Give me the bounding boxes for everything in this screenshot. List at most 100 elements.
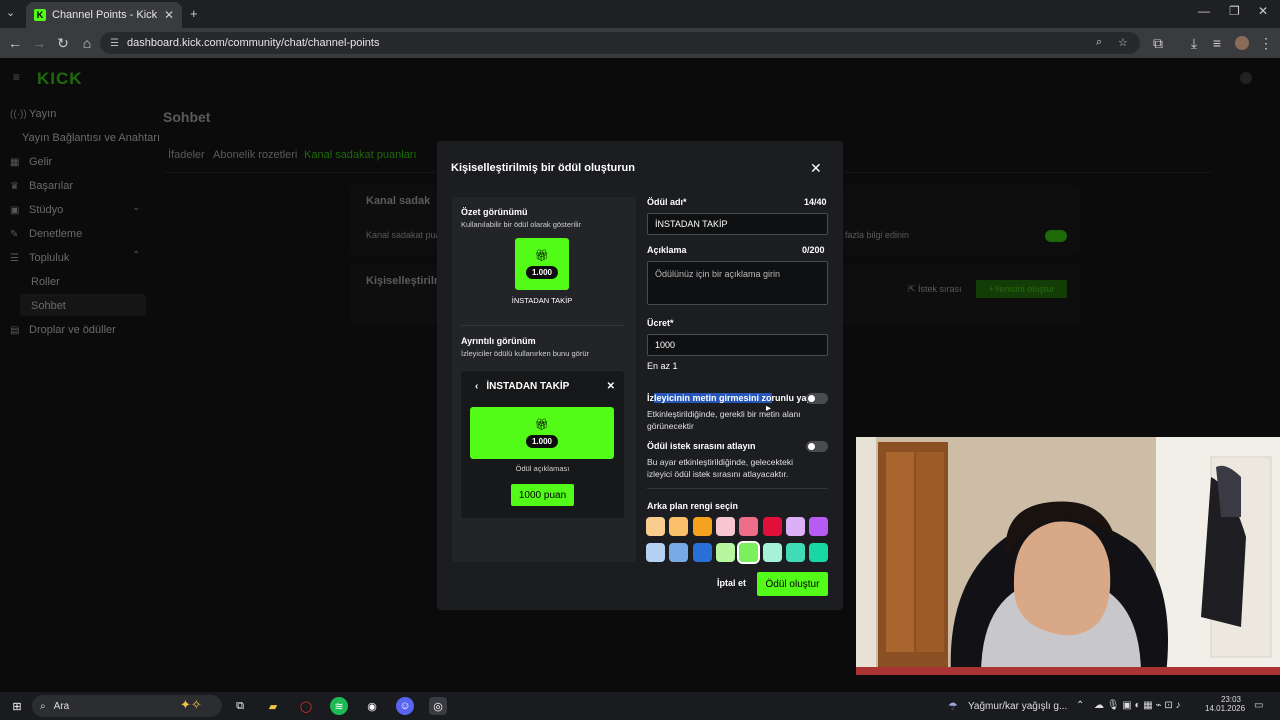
color-swatch[interactable]	[785, 517, 805, 536]
broadcast-icon: ((·))	[10, 108, 27, 120]
tab-ifadeler[interactable]: İfadeler	[168, 149, 205, 161]
copilot-sparkle-icon: ✦✧	[180, 697, 202, 712]
zoom-icon[interactable]: ⌕	[1096, 36, 1102, 49]
obs-icon[interactable]: ◉	[363, 697, 381, 715]
sidebar-item-basarilar[interactable]: ♛ Başarılar	[10, 180, 73, 192]
detail-cost-badge: 1.000	[525, 435, 559, 448]
tab-close-icon[interactable]: ✕	[164, 8, 174, 22]
bookmark-star-icon[interactable]: ☆	[1118, 36, 1128, 49]
sidebar-item-gelir[interactable]: ▦ Gelir	[10, 156, 52, 168]
sidebar-item-denetleme[interactable]: ✎ Denetleme	[10, 228, 82, 240]
profile-avatar[interactable]	[1235, 36, 1249, 50]
hamburger-menu-icon[interactable]: ≡	[13, 70, 20, 84]
browser-menu-icon[interactable]: ⋮	[1254, 31, 1278, 55]
chevron-up-icon[interactable]: ⌃	[132, 250, 140, 261]
task-view-icon[interactable]: ⧉	[231, 697, 249, 715]
color-swatch[interactable]	[692, 517, 712, 536]
cancel-button[interactable]: İptal et	[717, 578, 746, 588]
detail-title: Ayrıntılı görünüm	[461, 336, 536, 346]
sidebar-item-sohbet[interactable]: Sohbet	[31, 300, 66, 312]
tab-bar: ⌄ K Channel Points - Kick Dashboard ✕ + …	[0, 0, 1280, 28]
weather-text[interactable]: Yağmur/kar yağışlı g...	[968, 701, 1067, 712]
windows-start-icon[interactable]: ⊞	[8, 697, 26, 715]
create-reward-button[interactable]: Ödül oluştur	[757, 572, 828, 596]
browser-tab[interactable]: K Channel Points - Kick Dashboard ✕	[26, 2, 182, 28]
notification-icon[interactable]: ▭	[1254, 700, 1263, 711]
tab-title: Channel Points - Kick Dashboard	[52, 9, 158, 21]
back-icon[interactable]: ←	[3, 31, 27, 55]
color-swatch[interactable]	[739, 517, 759, 536]
downloads-icon[interactable]: ⤓	[1182, 31, 1206, 55]
description-textarea[interactable]: Ödülünüz için bir açıklama girin	[647, 261, 828, 305]
color-swatch[interactable]	[646, 517, 665, 536]
modal-close-icon[interactable]: ✕	[810, 160, 822, 177]
points-enabled-toggle[interactable]	[1045, 230, 1067, 242]
color-swatch[interactable]	[692, 543, 712, 562]
restore-icon[interactable]: ❐	[1229, 4, 1240, 18]
chrome-icon[interactable]: ◎	[429, 697, 447, 715]
window-close-icon[interactable]: ✕	[1258, 4, 1268, 18]
color-swatch[interactable]	[809, 543, 829, 562]
color-swatch[interactable]	[646, 543, 665, 562]
url-bar[interactable]: ☰ dashboard.kick.com/community/chat/chan…	[100, 32, 1140, 54]
color-swatch[interactable]	[715, 517, 735, 536]
color-swatch[interactable]	[762, 517, 782, 536]
color-swatch[interactable]	[785, 543, 805, 562]
cost-hint: En az 1	[647, 361, 678, 371]
spotify-icon[interactable]: ≋	[330, 697, 348, 715]
tray-icons[interactable]: ☁ 🎙︎ ▣ ◐ ▦ ⌁ ⊡ ♪	[1094, 700, 1180, 711]
chevron-down-icon[interactable]: ⌄	[132, 202, 140, 213]
reading-list-icon[interactable]: ≡	[1205, 31, 1229, 55]
description-char-count: 0/200	[802, 245, 825, 255]
color-swatch[interactable]	[762, 543, 782, 562]
require-text-label: İzleyicinin metin girmesini zorunlu yap	[647, 393, 813, 403]
color-swatch[interactable]	[809, 517, 829, 536]
create-new-button[interactable]: + Yenisini oluştur	[976, 280, 1067, 298]
weather-icon: ☂	[948, 701, 958, 713]
extensions-icon[interactable]: ⧉	[1146, 31, 1170, 55]
section1-title: Kanal sadak	[366, 195, 431, 207]
skip-queue-toggle[interactable]	[806, 441, 828, 452]
drops-icon: ▤	[10, 324, 20, 336]
color-swatch[interactable]	[669, 543, 689, 562]
discord-icon[interactable]: ☺	[396, 697, 414, 715]
new-tab-icon[interactable]: +	[190, 6, 198, 21]
sidebar-item-studyo[interactable]: ▣ Stüdyo	[10, 204, 63, 216]
sidebar-item-droplar[interactable]: ▤ Droplar ve ödüller	[10, 324, 116, 336]
reload-icon[interactable]: ↻	[51, 31, 75, 55]
tray-chevron-icon[interactable]: ⌃	[1076, 700, 1084, 711]
file-explorer-icon[interactable]: ▰	[264, 697, 282, 715]
sidebar-item-roller[interactable]: Roller	[31, 276, 60, 288]
require-text-toggle[interactable]	[806, 393, 828, 404]
color-swatch[interactable]	[669, 517, 689, 536]
webcam-overlay	[856, 437, 1280, 675]
color-swatch[interactable]	[737, 541, 761, 564]
user-avatar[interactable]	[1240, 72, 1252, 84]
more-info-link[interactable]: fazla bilgi edinin	[845, 230, 909, 240]
sidebar-item-topluluk[interactable]: ☰ Topluluk	[10, 252, 69, 264]
summary-subtitle: Kullanılabilir bir ödül olarak gösterili…	[461, 220, 582, 229]
reward-name-input[interactable]: İNSTADAN TAKİP	[647, 213, 828, 235]
forward-icon[interactable]: →	[27, 31, 51, 55]
color-swatch[interactable]	[715, 543, 735, 562]
queue-link[interactable]: ⇱ İstek sırası	[908, 284, 962, 295]
minimize-icon[interactable]: —	[1198, 4, 1210, 18]
cost-input[interactable]: 1000	[647, 334, 828, 356]
sidebar-item-stream-key[interactable]: Yayın Bağlantısı ve Anahtarı	[22, 132, 160, 144]
tab-kanal-sadakat[interactable]: Kanal sadakat puanları	[304, 149, 417, 161]
taskbar-search[interactable]: ⌕ Ara ✦✧	[32, 695, 222, 717]
cost-label: Ücret*	[647, 318, 674, 328]
kick-logo[interactable]: KICK	[37, 69, 83, 89]
preview-divider	[461, 325, 624, 326]
clock[interactable]: 23:03 14.01.2026	[1205, 695, 1245, 713]
site-info-icon[interactable]: ☰	[110, 38, 119, 49]
tab-abonelik-rozetleri[interactable]: Abonelik rozetleri	[213, 149, 297, 161]
tab-search-icon[interactable]: ⌄	[6, 6, 15, 19]
home-icon[interactable]: ⌂	[75, 31, 99, 55]
sidebar-item-yayin[interactable]: ((·)) Yayın	[10, 108, 56, 120]
address-bar: ← → ↻ ⌂ ☰ dashboard.kick.com/community/c…	[0, 28, 1280, 58]
opera-icon[interactable]: ◯	[297, 697, 315, 715]
detail-close-icon: ✕	[606, 381, 615, 392]
summary-cost-badge: 1.000	[525, 266, 559, 279]
redeem-points-button: 1000 puan	[511, 484, 574, 506]
